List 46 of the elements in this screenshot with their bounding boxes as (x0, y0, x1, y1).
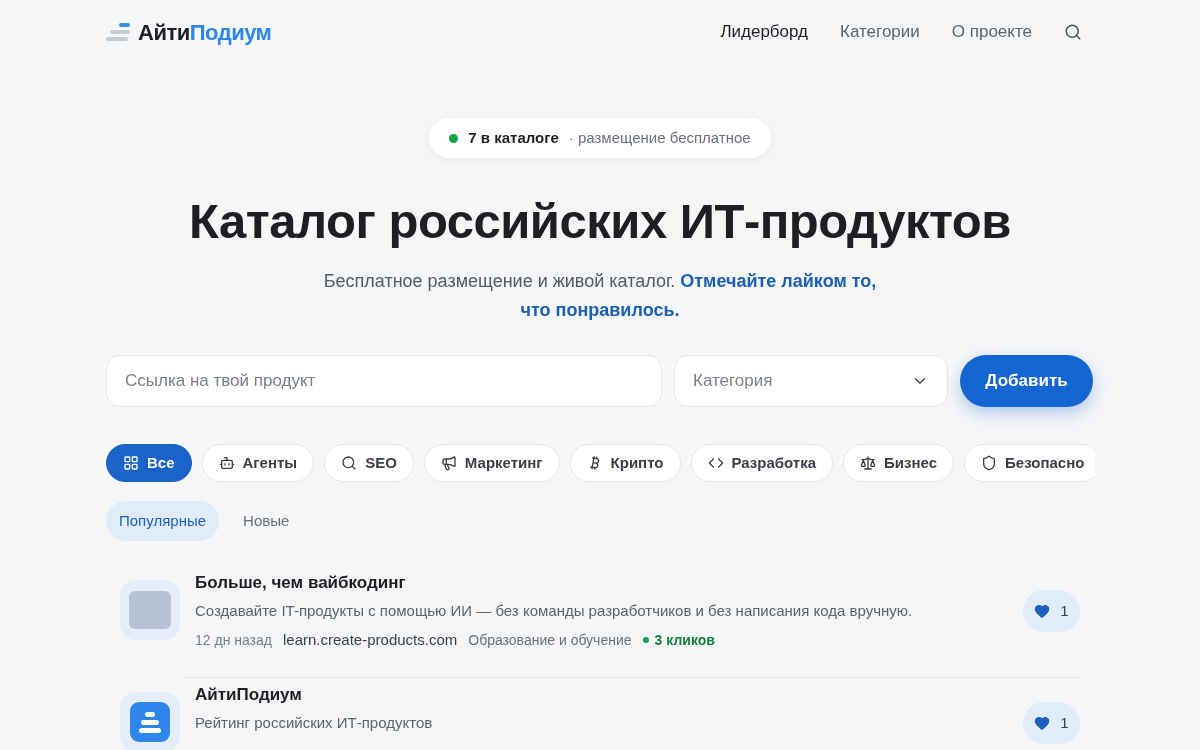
sort-tab[interactable]: Новые (221, 501, 312, 541)
scales-icon (860, 455, 877, 471)
logo-bars-icon (106, 22, 132, 42)
nav-link[interactable]: Лидерборд (720, 19, 809, 45)
nav-link[interactable]: О проекте (951, 19, 1032, 45)
photo-placeholder (129, 591, 171, 629)
category-select[interactable]: Категория (674, 355, 948, 407)
category-chip[interactable]: Агенты (201, 444, 315, 482)
click-count: 3 кликов (654, 631, 715, 650)
code-icon (707, 455, 724, 471)
logo-text[interactable]: АйтиПодиум (138, 15, 272, 49)
page-title: Каталог российских ИТ-продуктов (188, 193, 1012, 250)
app-logo-icon (130, 702, 170, 742)
grid-icon (123, 455, 139, 471)
product-site-link[interactable]: learn.create-products.com (283, 630, 458, 650)
search-icon[interactable] (1064, 23, 1082, 41)
megaphone-icon (440, 455, 457, 471)
page-subtitle: Бесплатное размещение и живой каталог. Отмечайте лайком то, что понравилось. (322, 270, 878, 322)
like-button[interactable]: 1 (1023, 702, 1080, 744)
category-chip[interactable]: Крипто (569, 444, 681, 482)
heart-icon (1034, 715, 1051, 731)
shield-icon (981, 455, 998, 471)
category-chip[interactable]: Бизнес (843, 444, 955, 482)
product-title[interactable]: АйтиПодиум (195, 683, 1023, 707)
product-age: 12 дн назад (195, 631, 272, 650)
dot-icon (642, 637, 649, 643)
sort-tab[interactable]: Популярные (106, 501, 220, 541)
link-input-field[interactable]: Ссылка на твой продукт (106, 355, 662, 407)
like-button[interactable]: 1 (1023, 590, 1080, 632)
product-category: Образование и обучение (468, 631, 632, 650)
add-button[interactable]: Добавить (960, 355, 1093, 407)
category-chip[interactable]: Маркетинг (423, 444, 560, 482)
category-chip[interactable]: Безопасно (964, 444, 1095, 482)
heart-icon (1034, 603, 1051, 619)
category-chip[interactable]: Разработка (690, 444, 834, 482)
category-chip[interactable]: SEO (324, 444, 414, 482)
catalog-count: 7 в каталоге (468, 127, 559, 148)
search-icon (341, 455, 358, 471)
nav-link[interactable]: Категории (840, 19, 920, 45)
robot-icon (218, 455, 235, 471)
product-title[interactable]: Больше, чем вайбкодинг (195, 571, 1023, 595)
product-description: Рейтинг российских ИТ-продуктов (195, 713, 434, 733)
badge-note: · размещение бесплатное (568, 127, 751, 148)
product-description: Создавайте IT-продукты с помощью ИИ — без команды разработчиков и без написания кода вручную. (195, 601, 914, 621)
status-dot-icon (449, 133, 459, 143)
category-chip[interactable]: Все (106, 444, 192, 482)
